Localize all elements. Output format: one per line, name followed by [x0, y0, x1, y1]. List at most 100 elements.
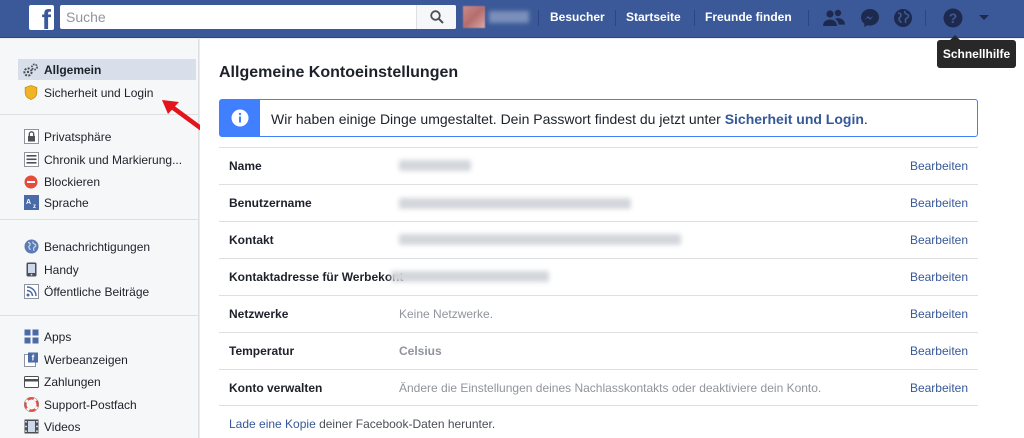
setting-value: Celsius: [399, 344, 442, 358]
sidebar-item-zahlungen[interactable]: Zahlungen: [18, 371, 196, 392]
svg-text:z: z: [33, 204, 36, 210]
setting-row-kontaktadresse-werbekonto[interactable]: Kontaktadresse für Werbekont Bearbeiten: [219, 258, 978, 295]
notice-message: Wir haben einige Dinge umgestaltet. Dein…: [271, 111, 725, 127]
redacted-value: [399, 160, 471, 171]
sidebar-item-label: Werbeanzeigen: [44, 352, 128, 367]
setting-row-temperatur[interactable]: Temperatur Celsius Bearbeiten: [219, 332, 978, 369]
sidebar-item-allgemein[interactable]: Allgemein: [18, 59, 196, 80]
edit-link-netzwerke[interactable]: Bearbeiten: [910, 307, 968, 321]
edit-link-name[interactable]: Bearbeiten: [910, 159, 968, 173]
nav-divider: [615, 10, 616, 26]
nav-divider: [925, 10, 926, 26]
account-menu-button[interactable]: [972, 7, 996, 29]
info-block: [220, 100, 260, 136]
badge-icon: [23, 85, 39, 101]
edit-link-konto-verwalten[interactable]: Bearbeiten: [910, 381, 968, 395]
sidebar-item-label: Zahlungen: [44, 374, 101, 389]
setting-label: Netzwerke: [229, 307, 289, 321]
friend-requests-button[interactable]: [822, 7, 846, 29]
sidebar-item-label: Apps: [44, 329, 72, 344]
notice-suffix: .: [863, 111, 868, 127]
sidebar-item-werbeanzeigen[interactable]: f Werbeanzeigen: [18, 349, 196, 370]
apps-icon: [23, 329, 39, 345]
setting-row-name[interactable]: Name Bearbeiten: [219, 147, 978, 184]
notice-link-sicherheit-und-login[interactable]: Sicherheit und Login: [725, 111, 864, 127]
search-button[interactable]: [416, 5, 456, 29]
search-input[interactable]: [60, 5, 420, 29]
setting-row-konto-verwalten[interactable]: Konto verwalten Ändere die Einstellungen…: [219, 369, 978, 406]
info-icon: [231, 109, 249, 127]
rss-icon: [23, 284, 39, 300]
sidebar-item-chronik-und-markierung[interactable]: Chronik und Markierung...: [18, 149, 196, 170]
sidebar-item-handy[interactable]: Handy: [18, 259, 196, 280]
sidebar-divider: [0, 315, 198, 316]
svg-text:f: f: [31, 354, 34, 363]
setting-row-kontakt[interactable]: Kontakt Bearbeiten: [219, 221, 978, 258]
sidebar-item-label: Allgemein: [44, 62, 102, 77]
sidebar-item-label: Privatsphäre: [44, 129, 112, 144]
edit-link-kontakt[interactable]: Bearbeiten: [910, 233, 968, 247]
lock-icon: [23, 129, 39, 145]
tooltip-schnellhilfe: Schnellhilfe: [937, 35, 1016, 68]
sidebar-item-label: Öffentliche Beiträge: [44, 284, 150, 299]
messages-button[interactable]: [858, 7, 882, 29]
ads-icon: f: [23, 352, 39, 368]
sidebar-item-oeffentliche-beitraege[interactable]: Öffentliche Beiträge: [18, 281, 196, 302]
nav-freunde-finden[interactable]: Freunde finden: [705, 0, 792, 36]
edit-link-temperatur[interactable]: Bearbeiten: [910, 344, 968, 358]
setting-label: Name: [229, 159, 262, 173]
timeline-icon: [23, 152, 39, 168]
setting-label: Kontakt: [229, 233, 274, 247]
facebook-logo-icon[interactable]: f: [29, 5, 54, 30]
sidebar-item-label: Support-Postfach: [44, 397, 137, 412]
nav-startseite[interactable]: Startseite: [626, 0, 681, 36]
sidebar-item-label: Benachrichtigungen: [44, 239, 151, 254]
nav-besucher[interactable]: Besucher: [550, 0, 605, 36]
sidebar-item-label: Sicherheit und Login: [44, 85, 154, 100]
top-bar: f Besucher Startseite Freunde finden ?: [0, 0, 1024, 38]
language-icon: Az: [23, 195, 39, 211]
profile-link[interactable]: [463, 6, 529, 28]
globe-icon: [23, 239, 39, 255]
profile-name-redacted: [489, 11, 529, 23]
sidebar-item-label: Handy: [44, 262, 79, 277]
search-icon: [429, 10, 444, 24]
avatar: [463, 6, 485, 28]
sidebar-item-sprache[interactable]: Az Sprache: [18, 192, 196, 213]
card-icon: [23, 374, 39, 390]
svg-text:A: A: [25, 199, 30, 206]
settings-main: Allgemeine Kontoeinstellungen Wir haben …: [200, 39, 1024, 438]
setting-row-netzwerke[interactable]: Netzwerke Keine Netzwerke. Bearbeiten: [219, 295, 978, 332]
sidebar-item-apps[interactable]: Apps: [18, 326, 196, 347]
edit-link-benutzername[interactable]: Bearbeiten: [910, 196, 968, 210]
sidebar-item-videos[interactable]: Videos: [18, 416, 196, 437]
setting-value: Ändere die Einstellungen deines Nachlass…: [399, 381, 822, 395]
sidebar-item-label: Sprache: [44, 195, 89, 210]
edit-link-kontaktadresse[interactable]: Bearbeiten: [910, 270, 968, 284]
setting-label: Temperatur: [229, 344, 295, 358]
messenger-icon: [861, 9, 879, 27]
quick-help-button[interactable]: ?: [941, 7, 965, 29]
setting-label: Konto verwalten: [229, 381, 323, 395]
help-icon: ?: [943, 8, 963, 28]
setting-row-benutzername[interactable]: Benutzername Bearbeiten: [219, 184, 978, 221]
setting-value: Keine Netzwerke.: [399, 307, 494, 321]
caret-down-icon: [979, 15, 989, 20]
globe-icon: [894, 9, 912, 27]
search-box: [60, 5, 456, 29]
setting-label: Benutzername: [229, 196, 312, 210]
film-icon: [23, 419, 39, 435]
download-copy-link[interactable]: Lade eine Kopie: [229, 417, 316, 431]
redacted-value: [391, 271, 549, 282]
sidebar-item-support-postfach[interactable]: Support-Postfach: [18, 394, 196, 415]
sidebar-item-benachrichtigungen[interactable]: Benachrichtigungen: [18, 236, 196, 257]
info-notice: Wir haben einige Dinge umgestaltet. Dein…: [219, 99, 978, 137]
mobile-icon: [23, 262, 39, 278]
friends-icon: [823, 9, 845, 26]
setting-label: Kontaktadresse für Werbekont: [229, 270, 404, 284]
redacted-value: [399, 234, 681, 245]
notifications-button[interactable]: [891, 7, 915, 29]
sidebar-item-blockieren[interactable]: Blockieren: [18, 171, 196, 192]
sidebar-item-label: Chronik und Markierung...: [44, 152, 183, 167]
download-data-line: Lade eine Kopie deiner Facebook-Daten he…: [229, 417, 495, 431]
